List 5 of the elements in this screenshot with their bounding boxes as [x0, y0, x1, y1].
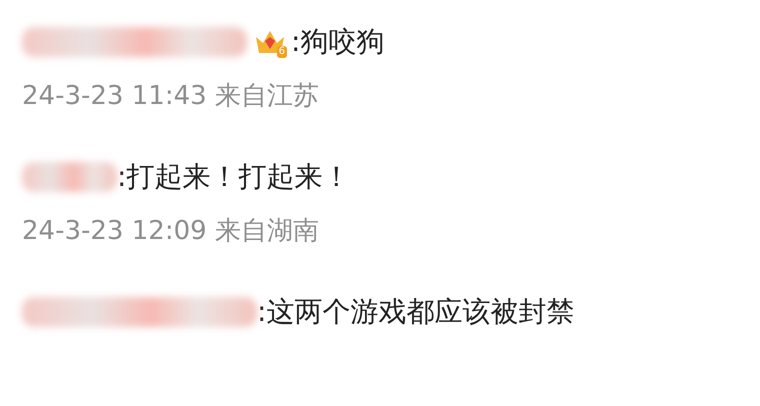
- comment-text: :狗咬狗: [291, 24, 384, 60]
- comment-text: :打起来！打起来！: [117, 159, 350, 195]
- comment-text: :这两个游戏都应该被封禁: [257, 294, 574, 330]
- comment-meta: 24-3-23 12:09 来自湖南: [22, 215, 320, 248]
- comment-meta: 24-3-23 11:43 来自江苏: [22, 80, 320, 113]
